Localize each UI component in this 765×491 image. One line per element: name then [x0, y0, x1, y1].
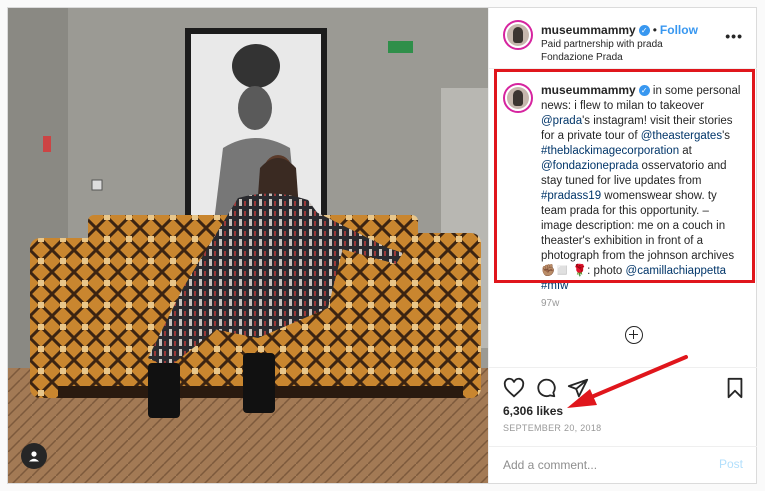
- caption-tag-link[interactable]: @prada: [541, 115, 582, 127]
- caption-tag-link[interactable]: #mfw: [541, 280, 568, 292]
- comment-bar: Post: [489, 446, 757, 484]
- caption-segment: womenswear show. ty team prada for this …: [541, 190, 738, 277]
- bookmark-icon[interactable]: [725, 377, 745, 404]
- separator-dot: •: [652, 23, 657, 37]
- plus-circle-icon[interactable]: [625, 326, 643, 344]
- post-header: museummammy ✓ • Follow Paid partnership wit…: [489, 8, 757, 69]
- post-photo[interactable]: [8, 8, 488, 483]
- post-sidebar: museummammy ✓ • Follow Paid partnership wit…: [488, 8, 757, 483]
- verified-icon: ✓: [638, 85, 650, 97]
- photo-scene: [8, 8, 488, 483]
- location-link[interactable]: Fondazione Prada: [541, 52, 623, 63]
- likes-count[interactable]: 6,306 likes: [503, 404, 563, 418]
- share-icon[interactable]: [567, 377, 589, 404]
- caption-tag-link[interactable]: #theblackimagecorporation: [541, 145, 679, 157]
- more-horizontal-icon[interactable]: •••: [725, 28, 743, 44]
- caption-segment: at: [679, 145, 696, 157]
- caption-tag-link[interactable]: #pradass19: [541, 190, 601, 202]
- user-tag-icon[interactable]: [21, 443, 47, 469]
- caption-text: museummammy ✓ in some personal news: i fl…: [541, 83, 741, 294]
- header-username[interactable]: museummammy: [541, 23, 636, 37]
- verified-icon: ✓: [638, 25, 650, 37]
- avatar[interactable]: [503, 20, 533, 50]
- caption-tag-link[interactable]: @theastergates: [641, 130, 722, 142]
- caption-tag-link[interactable]: @camillachiappetta: [626, 265, 727, 277]
- heart-icon[interactable]: [503, 377, 525, 404]
- comment-icon[interactable]: [535, 377, 557, 404]
- comment-input[interactable]: [501, 455, 705, 475]
- instagram-post: museummammy ✓ • Follow Paid partnership wit…: [7, 7, 757, 484]
- caption-body: in some personal news: i flew to milan t…: [541, 85, 744, 292]
- paid-partnership-label[interactable]: Paid partnership with prada: [541, 39, 663, 50]
- caption-segment: [726, 265, 729, 277]
- caption-avatar[interactable]: [503, 83, 533, 113]
- caption-segment: 's: [722, 130, 734, 142]
- follow-button[interactable]: Follow: [660, 23, 698, 37]
- header-user-line: museummammy ✓ • Follow: [541, 23, 698, 37]
- post-age: 97w: [541, 298, 560, 309]
- post-date: SEPTEMBER 20, 2018: [503, 423, 602, 433]
- action-bar: 6,306 likes SEPTEMBER 20, 2018: [489, 367, 757, 438]
- caption-username[interactable]: museummammy: [541, 83, 636, 97]
- post-comment-button[interactable]: Post: [719, 457, 743, 471]
- caption-tag-link[interactable]: @fondazioneprada: [541, 160, 638, 172]
